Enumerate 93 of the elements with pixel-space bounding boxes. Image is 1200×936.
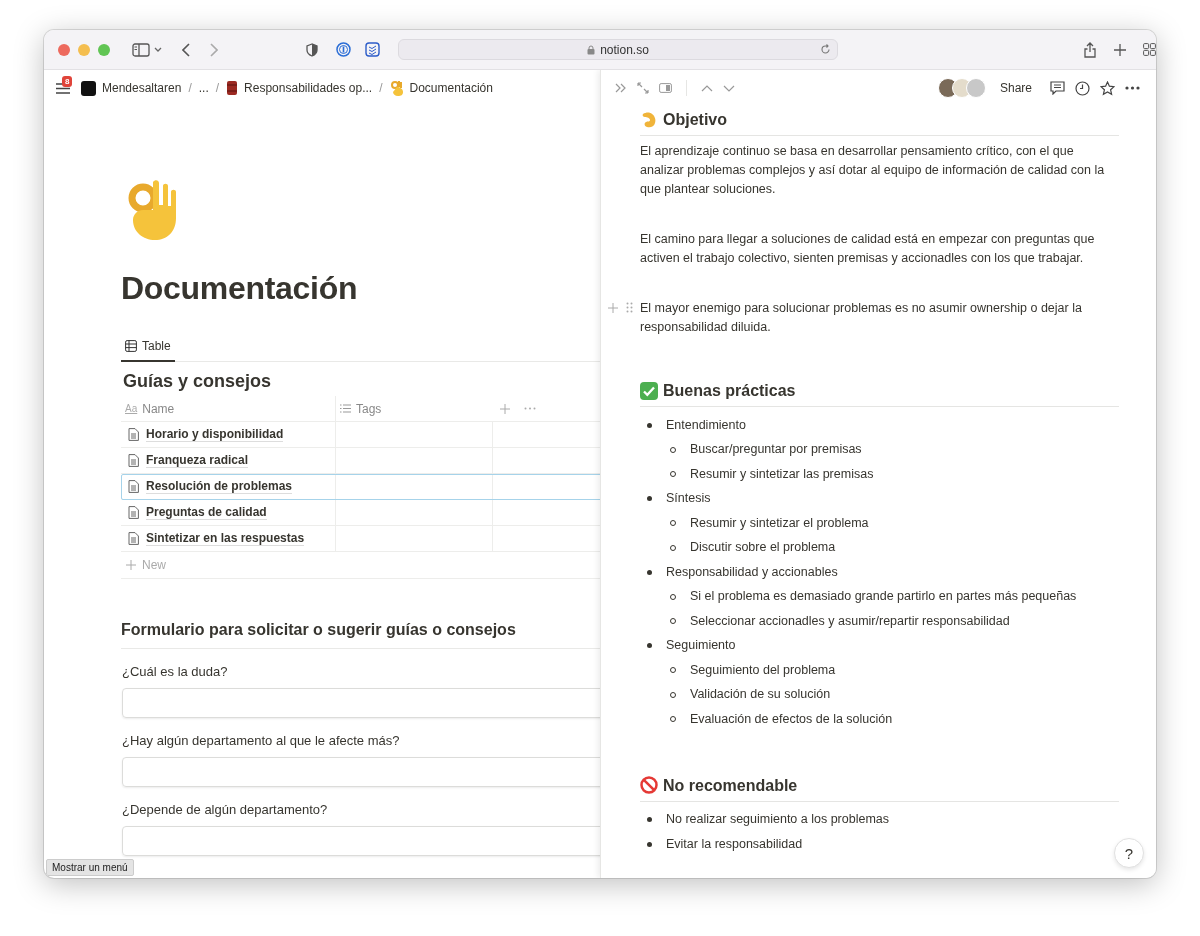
zoom-window-button[interactable] <box>98 43 110 56</box>
close-window-button[interactable] <box>58 43 70 56</box>
page-icon <box>128 480 139 493</box>
forward-icon[interactable] <box>210 42 218 57</box>
checkmark-icon <box>640 381 658 400</box>
bullet-icon <box>647 643 652 649</box>
help-button[interactable]: ? <box>1114 838 1144 868</box>
column-header[interactable]: Tags <box>356 401 382 416</box>
breadcrumb-link[interactable]: Responsabilidades op... <box>244 81 373 95</box>
drag-handle-icon[interactable] <box>626 302 633 313</box>
breadcrumb-separator: / <box>215 81 220 95</box>
share-button[interactable]: Share <box>995 79 1036 97</box>
list-item: Evaluación de efectos de la solución <box>690 710 893 728</box>
page-title: Documentación <box>121 270 359 307</box>
sidebar-toggle-icon[interactable] <box>132 42 150 57</box>
list-item: Síntesis <box>666 490 711 508</box>
page-link[interactable]: Horario y disponibilidad <box>146 427 284 442</box>
page-link[interactable]: Sintetizar en las respuestas <box>146 531 305 546</box>
answer-field[interactable] <box>122 757 600 787</box>
side-peek-icon[interactable] <box>659 83 672 93</box>
paragraph: El aprendizaje continuo se basa en desarrollar pensamiento crítico, con el que analizar problemas complejos y así dotar al equipo de información de calidad con la que plantear soluciones. <box>640 143 1106 198</box>
page-icon <box>128 506 139 519</box>
breadcrumb-separator: / <box>188 81 192 95</box>
back-icon[interactable] <box>182 42 190 57</box>
list-item: Validación de su solución <box>690 686 831 704</box>
list-item: Resumir y sintetizar el problema <box>690 514 869 532</box>
list-item: Seguimiento <box>666 637 736 655</box>
breadcrumb-separator: / <box>379 81 383 95</box>
answer-field[interactable] <box>122 688 600 718</box>
barrel-icon <box>226 80 239 96</box>
view-tab[interactable]: Table <box>121 333 175 362</box>
bullet-icon <box>647 817 652 823</box>
address-bar[interactable]: notion.so <box>398 39 838 60</box>
answer-field[interactable] <box>122 826 600 856</box>
expand-icon[interactable] <box>637 82 649 94</box>
text-property-icon: Aa <box>125 403 138 414</box>
paragraph: El camino para llegar a soluciones de calidad está en empezar con preguntas que activen el trabajo colectivo, sienten premisas y accionadles con los que trabajar. <box>640 231 1096 267</box>
comment-icon[interactable] <box>1050 81 1065 95</box>
bullet-icon <box>647 841 652 847</box>
question-label: ¿Depende de algún departamento? <box>122 802 329 817</box>
list-item: Discutir sobre el problema <box>690 539 836 557</box>
database-title: Guías y consejos <box>123 371 273 392</box>
section-heading: Objetivo <box>663 110 727 129</box>
plus-icon <box>126 560 136 570</box>
paragraph: El mayor enemigo para solucionar problemas es no asumir ownership o dejar la responsabilidad diluida. <box>640 300 1083 336</box>
breadcrumb-link[interactable]: Documentación <box>409 81 493 95</box>
collapse-icon[interactable] <box>615 83 627 93</box>
question-label: ¿Cuál es la duda? <box>122 664 229 679</box>
chevron-up-icon[interactable] <box>701 84 713 92</box>
workspace-icon <box>81 80 96 96</box>
list-item: Evitar la responsabilidad <box>666 835 803 853</box>
checklist-icon[interactable] <box>365 42 380 57</box>
more-icon[interactable] <box>1125 86 1140 90</box>
password-manager-icon[interactable] <box>336 42 351 57</box>
clock-icon[interactable] <box>1075 80 1090 96</box>
page-icon <box>128 454 139 467</box>
list-item: No realizar seguimiento a los problemas <box>666 811 890 829</box>
star-icon[interactable] <box>1100 80 1115 96</box>
new-tab-icon[interactable] <box>1114 43 1126 56</box>
list-item: Si el problema es demasiado grande partirlo en partes más pequeñas <box>690 588 1077 606</box>
reload-icon[interactable] <box>820 44 831 55</box>
question-label: ¿Hay algún departamento al que le afecte más? <box>122 733 401 748</box>
share-icon[interactable] <box>1084 41 1096 58</box>
breadcrumb-link[interactable]: ... <box>198 81 209 95</box>
ok-hand-icon <box>389 80 404 96</box>
tooltip: Mostrar un menú <box>46 859 134 876</box>
chevron-down-icon[interactable] <box>723 84 735 92</box>
list-item: Seleccionar accionadles y asumir/repartir responsabilidad <box>690 612 1010 630</box>
bullet-icon <box>647 496 652 502</box>
chevron-down-icon[interactable] <box>154 46 162 53</box>
notification-badge: 8 <box>62 75 73 87</box>
bullet-icon <box>647 569 652 575</box>
page-link[interactable]: Franqueza radical <box>146 453 249 468</box>
column-header[interactable]: Name <box>142 401 175 416</box>
table-icon <box>125 340 137 352</box>
list-item: Buscar/preguntar por premisas <box>690 441 862 459</box>
list-item: Entendimiento <box>666 416 746 434</box>
breadcrumb-link[interactable]: Mendesaltaren <box>102 81 182 95</box>
list-item: Resumir y sintetizar las premisas <box>690 465 874 483</box>
section-heading: Buenas prácticas <box>663 381 796 400</box>
page-icon <box>128 428 139 441</box>
list-item: Seguimiento del problema <box>690 661 836 679</box>
lock-icon <box>587 44 596 55</box>
page-icon <box>128 532 139 545</box>
prohibited-icon <box>640 776 658 794</box>
page-link[interactable]: Preguntas de calidad <box>146 505 267 520</box>
list-item: Responsabilidad y accionables <box>666 563 838 581</box>
section-heading: No recomendable <box>663 775 798 795</box>
shield-icon[interactable] <box>306 42 318 57</box>
bullet-icon <box>647 422 652 428</box>
list-property-icon <box>340 404 351 413</box>
tab-overview-icon[interactable] <box>1143 43 1156 56</box>
page-link[interactable]: Resolución de problemas <box>146 479 293 494</box>
